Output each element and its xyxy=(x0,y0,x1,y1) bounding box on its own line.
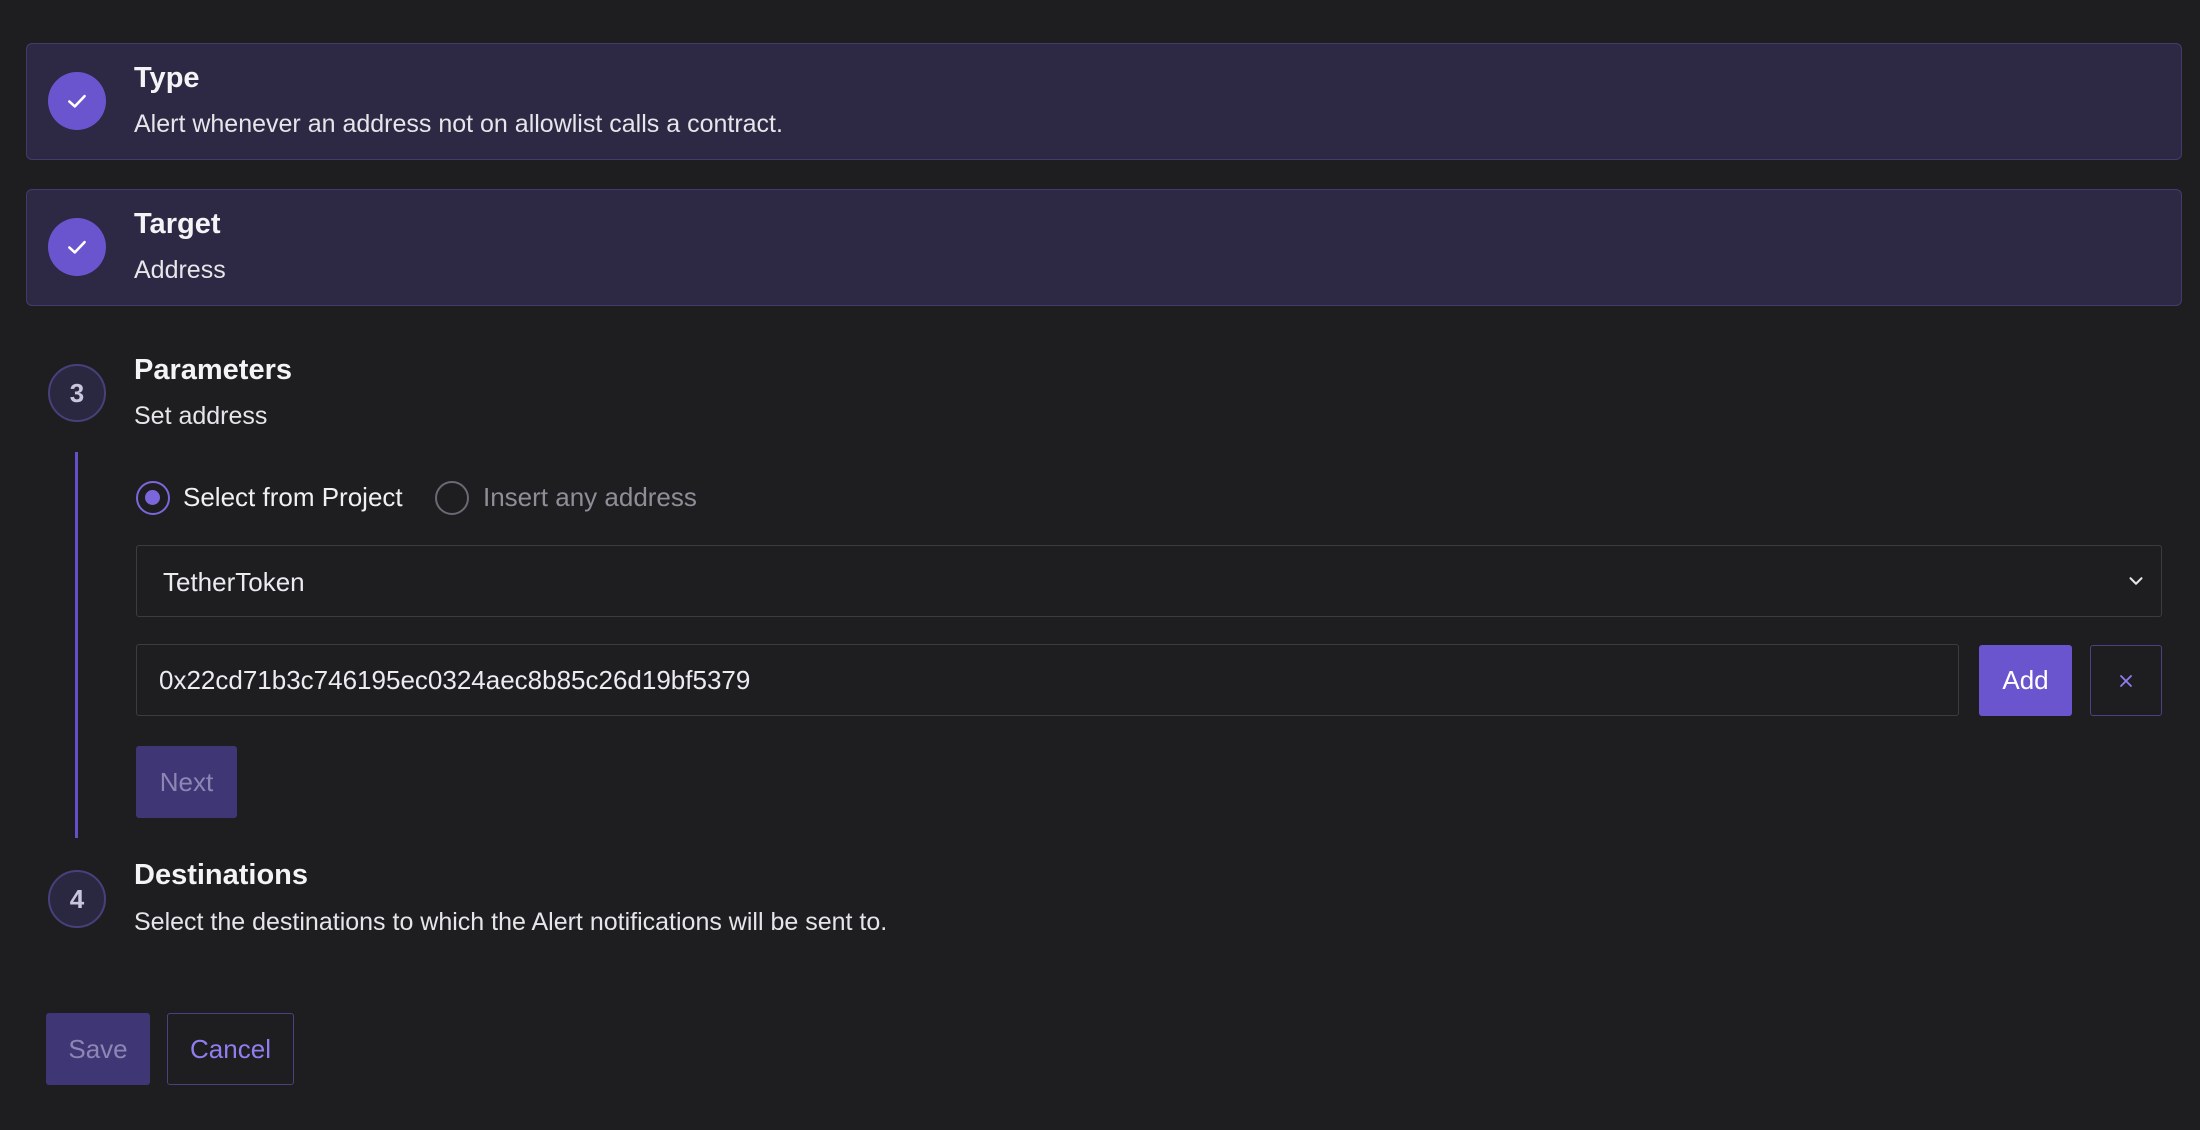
step-card-target[interactable] xyxy=(26,189,2182,306)
step-title-destinations: Destinations xyxy=(134,859,309,891)
step-card-type[interactable] xyxy=(26,43,2182,160)
step-title-parameters: Parameters xyxy=(134,354,292,386)
close-icon xyxy=(2120,674,2132,687)
step-subtitle-parameters: Set address xyxy=(134,402,268,430)
step-subtitle-destinations: Select the destinations to which the Ale… xyxy=(134,908,888,936)
contract-select[interactable]: TetherToken xyxy=(136,545,2162,617)
step-subtitle-type: Alert whenever an address not on allowli… xyxy=(134,110,783,138)
step-number-badge: 4 xyxy=(48,870,106,928)
address-input[interactable] xyxy=(136,644,1959,716)
step-subtitle-target: Address xyxy=(134,256,226,284)
step-complete-badge xyxy=(48,72,106,130)
step-title-target: Target xyxy=(134,208,221,240)
radio-label-insert-any-address[interactable]: Insert any address xyxy=(483,482,697,513)
radio-label-select-from-project[interactable]: Select from Project xyxy=(183,482,403,513)
step-complete-badge xyxy=(48,218,106,276)
check-icon xyxy=(68,240,86,254)
cancel-button[interactable]: Cancel xyxy=(167,1013,294,1085)
step-number-badge: 3 xyxy=(48,364,106,422)
step-title-type: Type xyxy=(134,62,200,94)
check-icon xyxy=(68,94,86,108)
radio-select-from-project[interactable] xyxy=(136,481,170,515)
remove-address-button[interactable] xyxy=(2090,645,2162,716)
save-button[interactable]: Save xyxy=(46,1013,150,1085)
step-connector-line xyxy=(75,452,78,838)
radio-insert-any-address[interactable] xyxy=(435,481,469,515)
chevron-down-icon xyxy=(2129,577,2143,585)
next-button[interactable]: Next xyxy=(136,746,237,818)
contract-select-value: TetherToken xyxy=(163,567,305,597)
add-address-button[interactable]: Add xyxy=(1979,645,2072,716)
